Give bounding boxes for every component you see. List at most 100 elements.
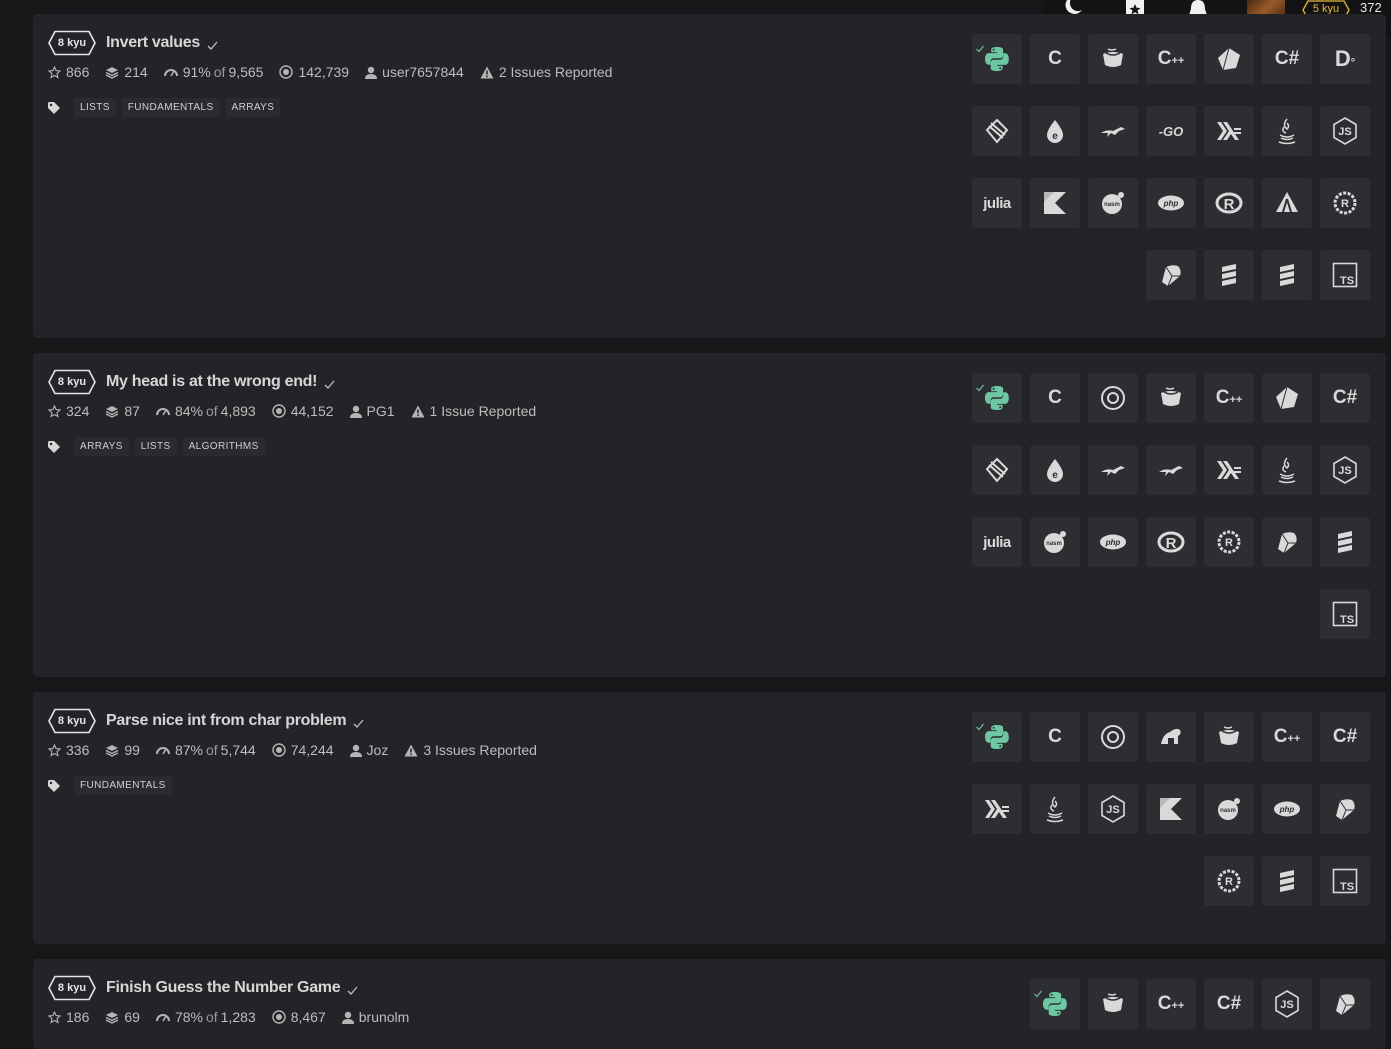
language-elixir[interactable]: [972, 106, 1022, 156]
language-factor[interactable]: [1146, 445, 1196, 495]
kata-title-link[interactable]: My head is at the wrong end!: [106, 373, 317, 391]
language-elixir[interactable]: [972, 445, 1022, 495]
language-javascript[interactable]: JS: [1262, 979, 1312, 1029]
language-factor[interactable]: [1088, 106, 1138, 156]
language-ruby[interactable]: [1320, 784, 1370, 834]
language-haskell[interactable]: [1204, 106, 1254, 156]
elixir-icon: [984, 457, 1010, 483]
language-python[interactable]: [972, 712, 1022, 762]
issues-reported[interactable]: 1 Issue Reported: [411, 403, 536, 419]
kata-title-link[interactable]: Parse nice int from char problem: [106, 712, 347, 730]
language-clojure[interactable]: [1088, 712, 1138, 762]
language-solidity[interactable]: [1320, 517, 1370, 567]
language-python[interactable]: [972, 34, 1022, 84]
author[interactable]: brunolm: [341, 1009, 409, 1025]
language-javascript[interactable]: JS: [1088, 784, 1138, 834]
language-solidity[interactable]: [1262, 250, 1312, 300]
language-haskell[interactable]: [972, 784, 1022, 834]
author[interactable]: user7657844: [365, 64, 464, 80]
satisfaction-rating-votes: 5,744: [220, 742, 256, 758]
author[interactable]: PG1: [349, 403, 395, 419]
language-haskell[interactable]: [1204, 445, 1254, 495]
completed-check-icon: [324, 377, 335, 389]
language-elm[interactable]: e: [1030, 106, 1080, 156]
language-go[interactable]: -GO: [1146, 106, 1196, 156]
author[interactable]: Joz: [349, 742, 389, 758]
c-icon: C: [1048, 387, 1062, 408]
language-cpp[interactable]: C++: [1146, 979, 1196, 1029]
completions-count: 142,739: [279, 64, 349, 80]
language-java[interactable]: [1262, 445, 1312, 495]
language-scala[interactable]: [1204, 250, 1254, 300]
language-rust[interactable]: R: [1320, 178, 1370, 228]
language-reason[interactable]: [1262, 178, 1312, 228]
language-javascript[interactable]: JS: [1320, 445, 1370, 495]
language-coffeescript[interactable]: [1088, 34, 1138, 84]
language-c[interactable]: C: [1030, 34, 1080, 84]
kata-title-link[interactable]: Invert values: [106, 34, 200, 52]
language-rust[interactable]: R: [1204, 856, 1254, 906]
language-nasm[interactable]: nasm: [1204, 784, 1254, 834]
language-kotlin[interactable]: [1146, 784, 1196, 834]
language-c[interactable]: C: [1030, 712, 1080, 762]
language-julia[interactable]: julia: [972, 178, 1022, 228]
completions-count-completions: 44,152: [290, 403, 334, 419]
language-java[interactable]: [1262, 106, 1312, 156]
language-dart[interactable]: D°: [1320, 34, 1370, 84]
language-typescript[interactable]: TS: [1320, 856, 1370, 906]
tag-fundamentals[interactable]: FUNDAMENTALS: [74, 775, 172, 795]
language-cpp[interactable]: C++: [1146, 34, 1196, 84]
language-factor[interactable]: [1088, 445, 1138, 495]
language-coffeescript[interactable]: [1204, 712, 1254, 762]
tag-lists[interactable]: LISTS: [134, 436, 177, 456]
language-ruby[interactable]: [1146, 250, 1196, 300]
ruby-icon: [1274, 529, 1300, 555]
tag-algorithms[interactable]: ALGORITHMS: [182, 436, 265, 456]
language-typescript[interactable]: TS: [1320, 250, 1370, 300]
tag-arrays[interactable]: ARRAYS: [74, 436, 129, 456]
language-csharp[interactable]: C#: [1320, 712, 1370, 762]
language-kotlin[interactable]: [1030, 178, 1080, 228]
language-rust[interactable]: R: [1204, 517, 1254, 567]
issues-reported[interactable]: 2 Issues Reported: [480, 64, 612, 80]
tag-lists[interactable]: LISTS: [74, 97, 116, 117]
language-ruby[interactable]: [1320, 979, 1370, 1029]
tag-arrays[interactable]: ARRAYS: [225, 97, 281, 117]
nasm-icon: nasm: [1216, 796, 1242, 822]
language-crystal[interactable]: [1204, 34, 1254, 84]
language-clojure[interactable]: [1088, 373, 1138, 423]
issues-reported[interactable]: 3 Issues Reported: [404, 742, 537, 758]
language-php[interactable]: php: [1262, 784, 1312, 834]
satisfaction-rating-of: of: [205, 1009, 218, 1025]
language-csharp[interactable]: C#: [1204, 979, 1254, 1029]
language-cpp[interactable]: C++: [1204, 373, 1254, 423]
language-nasm[interactable]: nasm: [1030, 517, 1080, 567]
language-coffeescript[interactable]: [1146, 373, 1196, 423]
nasm-icon: nasm: [1042, 529, 1068, 555]
language-java[interactable]: [1030, 784, 1080, 834]
language-python[interactable]: [972, 373, 1022, 423]
language-cpp[interactable]: C++: [1262, 712, 1312, 762]
language-python[interactable]: [1030, 979, 1080, 1029]
language-javascript[interactable]: JS: [1320, 106, 1370, 156]
language-php[interactable]: php: [1146, 178, 1196, 228]
author-author: Joz: [366, 742, 389, 758]
kata-title-link[interactable]: Finish Guess the Number Game: [106, 979, 341, 997]
language-elm[interactable]: e: [1030, 445, 1080, 495]
language-php[interactable]: php: [1088, 517, 1138, 567]
language-racket[interactable]: R: [1146, 517, 1196, 567]
language-coffeescript[interactable]: [1088, 979, 1138, 1029]
language-cfml[interactable]: [1146, 712, 1196, 762]
language-solidity[interactable]: [1262, 856, 1312, 906]
language-csharp[interactable]: C#: [1320, 373, 1370, 423]
tag-fundamentals[interactable]: FUNDAMENTALS: [121, 97, 220, 117]
language-racket[interactable]: R: [1204, 178, 1254, 228]
language-ruby[interactable]: [1262, 517, 1312, 567]
language-crystal[interactable]: [1262, 373, 1312, 423]
csharp-icon: C#: [1332, 387, 1358, 408]
language-typescript[interactable]: TS: [1320, 589, 1370, 639]
language-julia[interactable]: julia: [972, 517, 1022, 567]
language-c[interactable]: C: [1030, 373, 1080, 423]
language-nasm[interactable]: nasm: [1088, 178, 1138, 228]
language-csharp[interactable]: C#: [1262, 34, 1312, 84]
